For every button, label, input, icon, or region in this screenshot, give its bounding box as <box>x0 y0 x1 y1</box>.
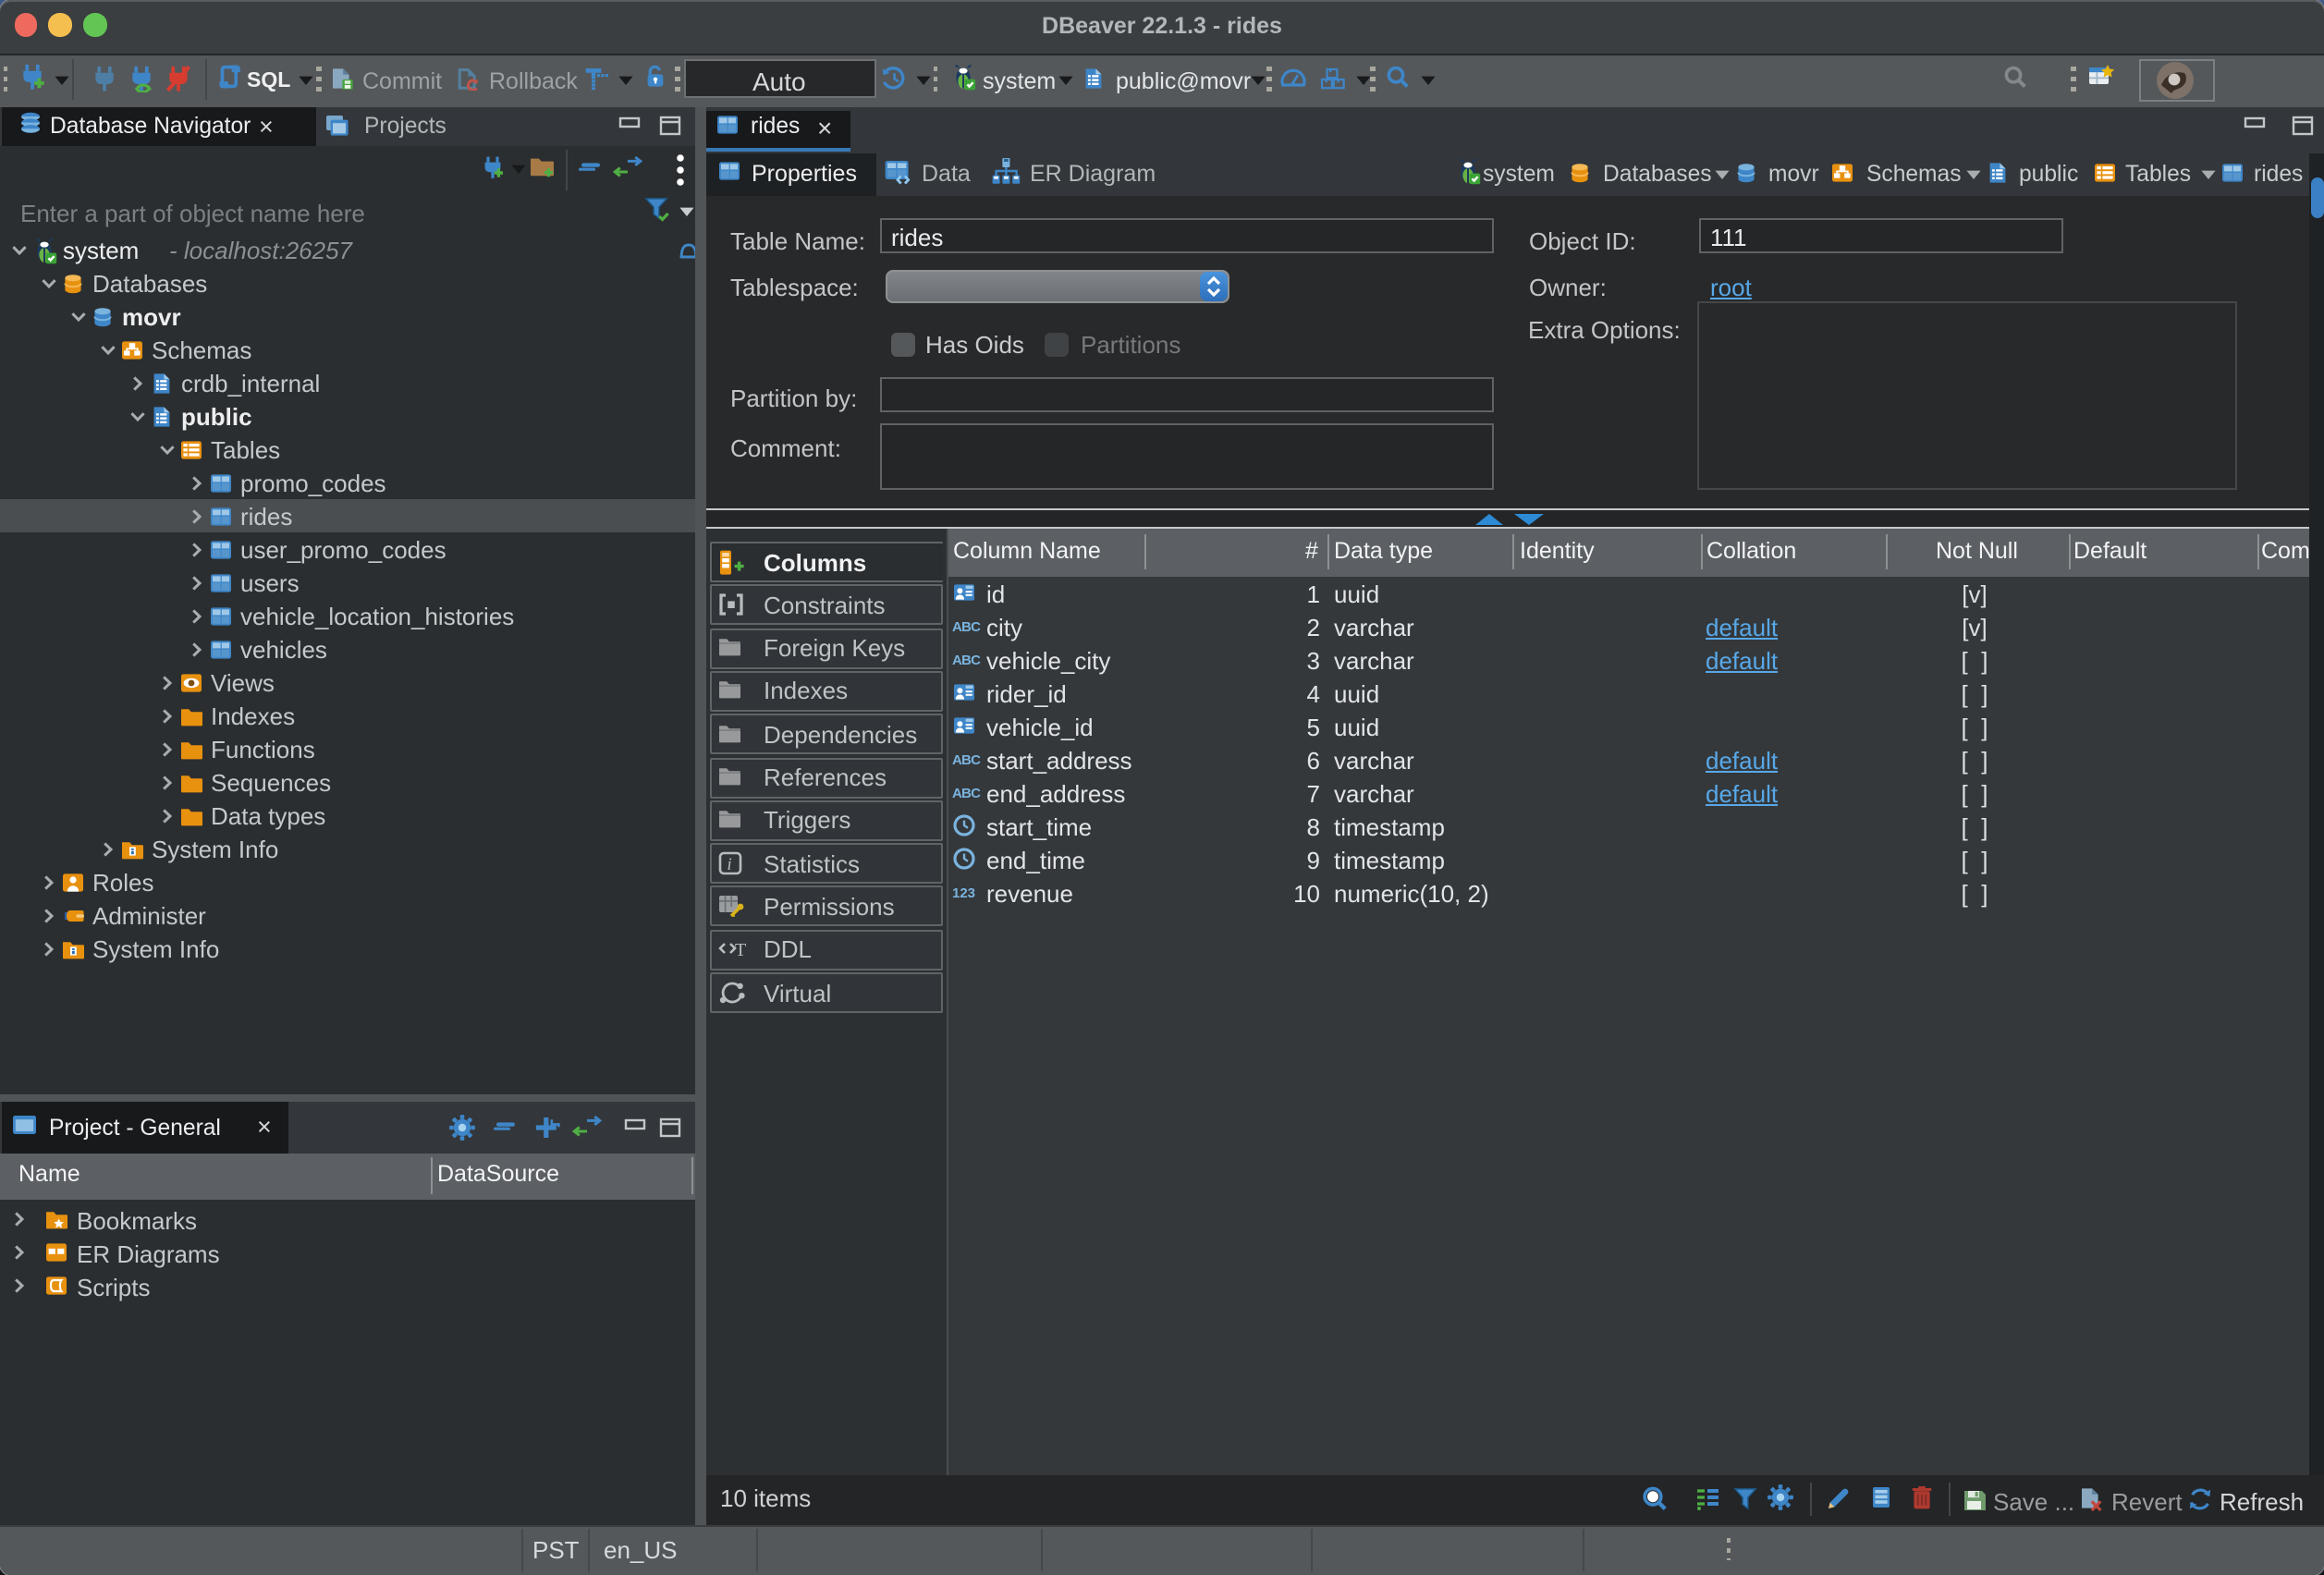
svg-text:ABC: ABC <box>951 786 980 801</box>
svg-text:ABC: ABC <box>951 619 980 635</box>
svg-text:i: i <box>727 854 731 873</box>
svg-text:ABC: ABC <box>951 653 980 668</box>
svg-text:ABC: ABC <box>951 752 980 768</box>
svg-text:123: 123 <box>951 885 974 901</box>
svg-text:T: T <box>735 940 746 960</box>
